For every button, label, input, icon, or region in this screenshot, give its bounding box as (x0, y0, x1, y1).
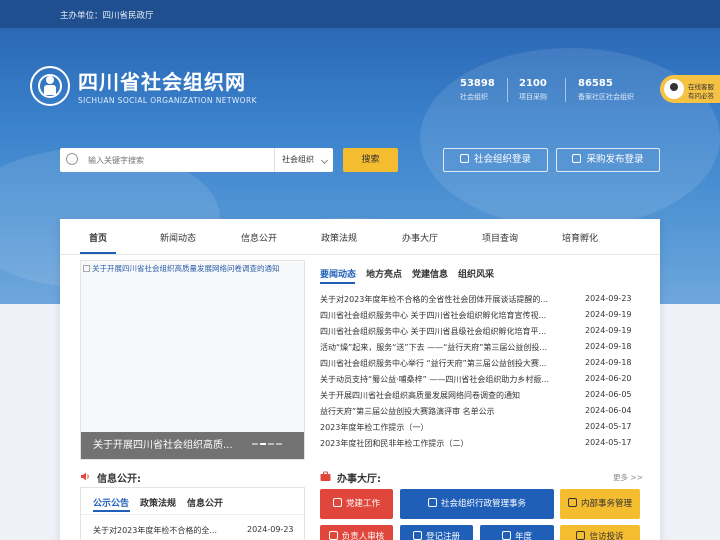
customer-service-icon (664, 79, 684, 99)
gear-icon (567, 498, 577, 507)
tab-policies[interactable]: 政策法规 (140, 496, 176, 509)
internal-affairs-button[interactable]: 内部事务管理 (560, 489, 640, 519)
briefcase-icon (320, 471, 331, 481)
nav-project-query[interactable]: 项目查询 (482, 231, 518, 244)
registration-button[interactable]: 登记注册 (400, 525, 473, 540)
tab-info-disclosure[interactable]: 信息公开 (187, 496, 223, 509)
news-tab-indicator (320, 282, 355, 284)
online-service-button[interactable]: 在线客服 有问必答 (660, 75, 720, 103)
stat-community-orgs: 86585 备案社区社会组织 (578, 78, 634, 101)
chevron-down-icon (320, 156, 329, 165)
annual-review-button[interactable]: 年度 (480, 525, 554, 540)
leader-review-button[interactable]: 负责人审核 (320, 525, 393, 540)
tab-headlines[interactable]: 要闻动态 (320, 267, 356, 280)
nav-news[interactable]: 新闻动态 (160, 231, 196, 244)
admin-affairs-button[interactable]: 社会组织行政管理事务 (400, 489, 554, 519)
site-subtitle: SICHUAN SOCIAL ORGANIZATION NETWORK (78, 96, 257, 105)
tab-local-highlights[interactable]: 地方亮点 (366, 267, 402, 280)
speaker-icon (81, 472, 89, 481)
news-item[interactable]: 益行天府”第三届公益创投大赛路演评审 名单公示 2024-06-04 (320, 406, 640, 422)
site-title[interactable]: 四川省社会组织网 (78, 66, 246, 95)
stat-divider (507, 78, 508, 102)
news-item[interactable]: 四川省社会组织服务中心 关于四川省社会组织孵化培育宣传视... 2024-09-1… (320, 310, 640, 326)
info-public-heading: 信息公开: (97, 474, 141, 485)
org-login-button[interactable]: 社会组织登录 (443, 148, 548, 172)
nav-info-public[interactable]: 信息公开 (241, 231, 277, 244)
news-item[interactable]: 活动“燥”起来，服务“送”下去 ——“益行天府”第三届公益创投... 2024-0… (320, 342, 640, 358)
broken-image-icon (83, 265, 90, 272)
nav-policy[interactable]: 政策法规 (321, 231, 357, 244)
main-panel: 首页 新闻动态 信息公开 政策法规 办事大厅 项目查询 培育孵化 关于开展四川省… (60, 219, 660, 540)
stat-social-orgs: 53898 社会组织 (460, 78, 495, 101)
document-icon (412, 531, 422, 540)
search-icon (66, 153, 78, 165)
top-bar: 主办单位：四川省民政厅 (0, 0, 720, 28)
nav-incubation[interactable]: 培育孵化 (562, 231, 598, 244)
site-logo[interactable] (30, 66, 70, 106)
info-public-box: 公示公告 政策法规 信息公开 关于对2023年度年检不合格的全... 2024-… (80, 487, 305, 540)
party-work-button[interactable]: 党建工作 (320, 489, 393, 519)
news-item[interactable]: 四川省社会组织服务中心 关于四川省县级社会组织孵化培育平... 2024-09-1… (320, 326, 640, 342)
news-item[interactable]: 2023年度社团和民非年检工作提示（二） 2024-05-17 (320, 438, 640, 454)
service-hall-heading: 办事大厅: (337, 474, 381, 485)
layers-icon (572, 154, 582, 163)
stat-procurement: 2100 项目采购 (519, 78, 547, 101)
nav-service-hall[interactable]: 办事大厅 (402, 231, 438, 244)
news-item[interactable]: 四川省社会组织服务中心举行 “益行天府”第三届公益创投大赛... 2024-09-… (320, 358, 640, 374)
user-icon (459, 154, 469, 163)
slider-image: 关于开展四川省社会组织高质量发展网络问卷调查的通知 (81, 261, 282, 274)
nav-active-indicator (80, 252, 116, 254)
calendar-icon (501, 531, 511, 540)
news-item[interactable]: 关于对2023年度年检不合格的全省性社会团体开展谈话提醒的... 2024-09-… (320, 294, 640, 310)
news-item[interactable]: 2023年度年检工作提示（一） 2024-05-17 (320, 422, 640, 438)
tab-org-showcase[interactable]: 组织风采 (458, 267, 494, 280)
party-icon (332, 498, 342, 507)
grid-icon (427, 498, 437, 507)
slider-dots[interactable] (250, 438, 282, 448)
tab-announcements[interactable]: 公示公告 (93, 496, 129, 509)
search-button[interactable]: 搜索 (343, 148, 398, 172)
news-item[interactable]: 关于动员支持“蜀公益·哺桑梓” ——四川省社会组织助力乡村振... 2024-06… (320, 374, 640, 390)
search-category-select[interactable]: 社会组织 (274, 148, 333, 172)
service-hall-more-link[interactable]: 更多 >> (613, 472, 643, 483)
user-icon (328, 531, 338, 540)
stat-divider (565, 78, 566, 102)
tab-party-building[interactable]: 党建信息 (412, 267, 448, 280)
sponsor-text: 主办单位：四川省民政厅 (60, 11, 154, 21)
news-item[interactable]: 关于开展四川省社会组织高质量发展网络问卷调查的通知 2024-06-05 (320, 390, 640, 406)
purchase-login-button[interactable]: 采购发布登录 (556, 148, 660, 172)
complaint-button[interactable]: 信访投诉 (560, 525, 640, 540)
search-bar: 社会组织 (60, 148, 333, 172)
news-slider[interactable]: 关于开展四川省社会组织高质量发展网络问卷调查的通知 关于开展四川省社会组织高质.… (80, 260, 305, 460)
main-nav: 首页 新闻动态 信息公开 政策法规 办事大厅 项目查询 培育孵化 (60, 219, 660, 255)
info-tab-indicator (93, 510, 130, 512)
nav-home[interactable]: 首页 (89, 231, 107, 244)
search-input[interactable] (88, 152, 268, 168)
message-icon (576, 531, 586, 540)
